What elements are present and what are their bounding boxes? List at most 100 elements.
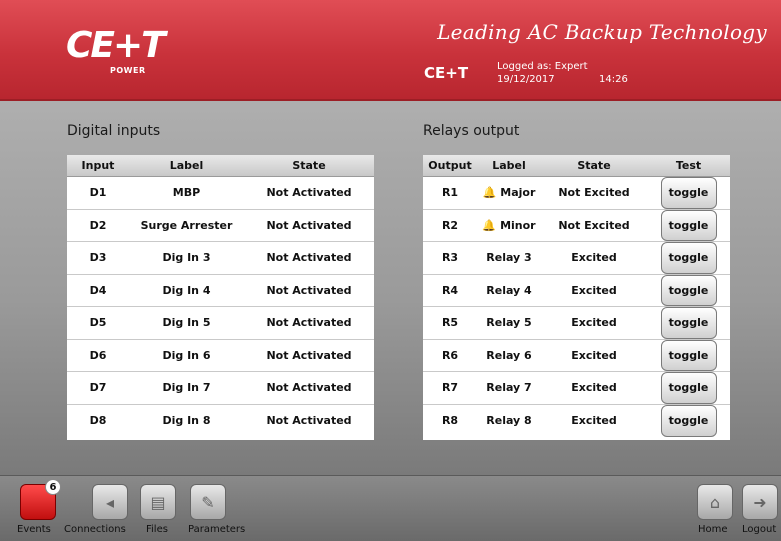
input-label: Dig In 6 — [162, 348, 211, 362]
toggle-button[interactable]: toggle — [660, 339, 717, 371]
output-label: Major — [500, 186, 536, 200]
toggle-button[interactable]: toggle — [660, 242, 717, 274]
input-label: Dig In 4 — [162, 283, 211, 297]
input-state: Not Activated — [266, 381, 352, 395]
home-button[interactable]: ⌂ — [697, 484, 733, 520]
output-label-cell: Relay 4 — [477, 275, 541, 307]
output-state: Excited — [571, 348, 617, 362]
toggle-button[interactable]: toggle — [660, 404, 717, 437]
table-row: D1 MBP Not Activated — [67, 177, 374, 210]
output-label-cell: Relay 8 — [477, 405, 541, 438]
output-label: Relay 7 — [486, 381, 532, 395]
output-state: Not Excited — [558, 186, 630, 200]
digital-inputs-table: Input Label State D1 MBP Not Activated D2 Su… — [67, 155, 374, 440]
login-time: 14:26 — [599, 74, 628, 85]
logo-text: CE+T — [66, 25, 166, 66]
output-id: R7 — [441, 381, 459, 395]
input-state: Not Activated — [266, 218, 352, 232]
column-header-output: Output — [428, 159, 472, 172]
output-state: Not Excited — [558, 218, 630, 232]
test-cell: toggle — [647, 274, 730, 306]
output-label: Relay 8 — [486, 414, 532, 428]
test-cell: toggle — [647, 209, 730, 241]
output-state: Excited — [571, 316, 617, 330]
connections-label: Connections — [64, 524, 126, 535]
brand-name: CE+T — [424, 64, 469, 82]
table-row: R8 Relay 8 Excited toggle — [423, 404, 730, 438]
parameters-button[interactable]: ✎ — [190, 484, 226, 520]
input-label: Surge Arrester — [140, 218, 233, 232]
input-state: Not Activated — [266, 251, 352, 265]
input-id: D6 — [89, 348, 107, 362]
input-label: Dig In 5 — [162, 316, 211, 330]
output-label-cell: Relay 3 — [477, 242, 541, 274]
connections-button[interactable]: ◂ — [92, 484, 128, 520]
column-header-label: Label — [169, 159, 204, 172]
input-state: Not Activated — [266, 283, 352, 297]
toggle-button[interactable]: toggle — [660, 177, 717, 209]
toggle-button[interactable]: toggle — [660, 372, 717, 404]
table-row: D7 Dig In 7 Not Activated — [67, 372, 374, 405]
events-label: Events — [17, 524, 51, 535]
output-label: Relay 6 — [486, 348, 532, 362]
relays-output-body: R1 🔔 Major Not Excited toggle R2 🔔 Minor Not Exc… — [423, 177, 730, 437]
input-id: D2 — [89, 218, 107, 232]
test-cell: toggle — [647, 404, 730, 437]
output-state: Excited — [571, 251, 617, 265]
input-label: Dig In 7 — [162, 381, 211, 395]
input-id: D8 — [89, 414, 107, 428]
logo-subtext: POWER — [110, 66, 146, 75]
input-state: Not Activated — [266, 414, 352, 428]
digital-inputs-body: D1 MBP Not Activated D2 Surge Arrester Not Ac… — [67, 177, 374, 437]
output-label: Minor — [500, 218, 536, 232]
input-id: D3 — [89, 251, 107, 265]
input-id: D7 — [89, 381, 107, 395]
toggle-button[interactable]: toggle — [660, 307, 717, 339]
table-row: R2 🔔 Minor Not Excited toggle — [423, 209, 730, 242]
cet-logo: CE+T POWER — [66, 26, 166, 82]
logged-as: Logged as: Expert — [497, 61, 588, 72]
input-state: Not Activated — [266, 316, 352, 330]
bottom-nav-bar: 6 Events ◂ Connections ▤ Files ✎ Paramet… — [0, 475, 781, 541]
column-header-state: State — [577, 159, 611, 172]
connections-icon: ◂ — [105, 492, 115, 512]
files-button[interactable]: ▤ — [140, 484, 176, 520]
table-row: D5 Dig In 5 Not Activated — [67, 307, 374, 340]
table-row: D2 Surge Arrester Not Activated — [67, 210, 374, 242]
input-id: D5 — [89, 316, 107, 330]
table-row: D4 Dig In 4 Not Activated — [67, 275, 374, 307]
output-label-cell: 🔔 Minor — [477, 210, 541, 242]
output-label-cell: Relay 6 — [477, 340, 541, 372]
input-label: Dig In 3 — [162, 251, 211, 265]
output-id: R6 — [441, 348, 459, 362]
logout-button[interactable]: ➜ — [742, 484, 778, 520]
column-header-label: Label — [492, 159, 526, 172]
bell-icon: 🔔 — [482, 218, 497, 232]
output-label-cell: Relay 5 — [477, 307, 541, 339]
output-state: Excited — [571, 381, 617, 395]
column-header-input: Input — [81, 159, 115, 172]
bell-icon: 🔔 — [482, 186, 497, 200]
toggle-button[interactable]: toggle — [660, 209, 717, 241]
tagline: Leading AC Backup Technology — [437, 20, 767, 44]
output-id: R5 — [441, 316, 459, 330]
column-header-test: Test — [675, 159, 702, 172]
table-row: R6 Relay 6 Excited toggle — [423, 339, 730, 372]
toggle-button[interactable]: toggle — [660, 274, 717, 306]
events-count-badge: 6 — [45, 479, 61, 495]
test-cell: toggle — [647, 307, 730, 339]
test-cell: toggle — [647, 339, 730, 371]
logout-label: Logout — [742, 524, 777, 535]
output-label-cell: Relay 7 — [477, 372, 541, 404]
test-cell: toggle — [647, 372, 730, 404]
relays-output-title: Relays output — [423, 123, 520, 139]
parameters-label: Parameters — [188, 524, 246, 535]
output-label: Relay 4 — [486, 283, 532, 297]
table-row: D3 Dig In 3 Not Activated — [67, 242, 374, 275]
output-id: R4 — [441, 283, 459, 297]
test-cell: toggle — [647, 242, 730, 274]
output-id: R8 — [441, 414, 459, 428]
input-id: D4 — [89, 283, 107, 297]
column-header-state: State — [292, 159, 326, 172]
table-row: D6 Dig In 6 Not Activated — [67, 340, 374, 372]
